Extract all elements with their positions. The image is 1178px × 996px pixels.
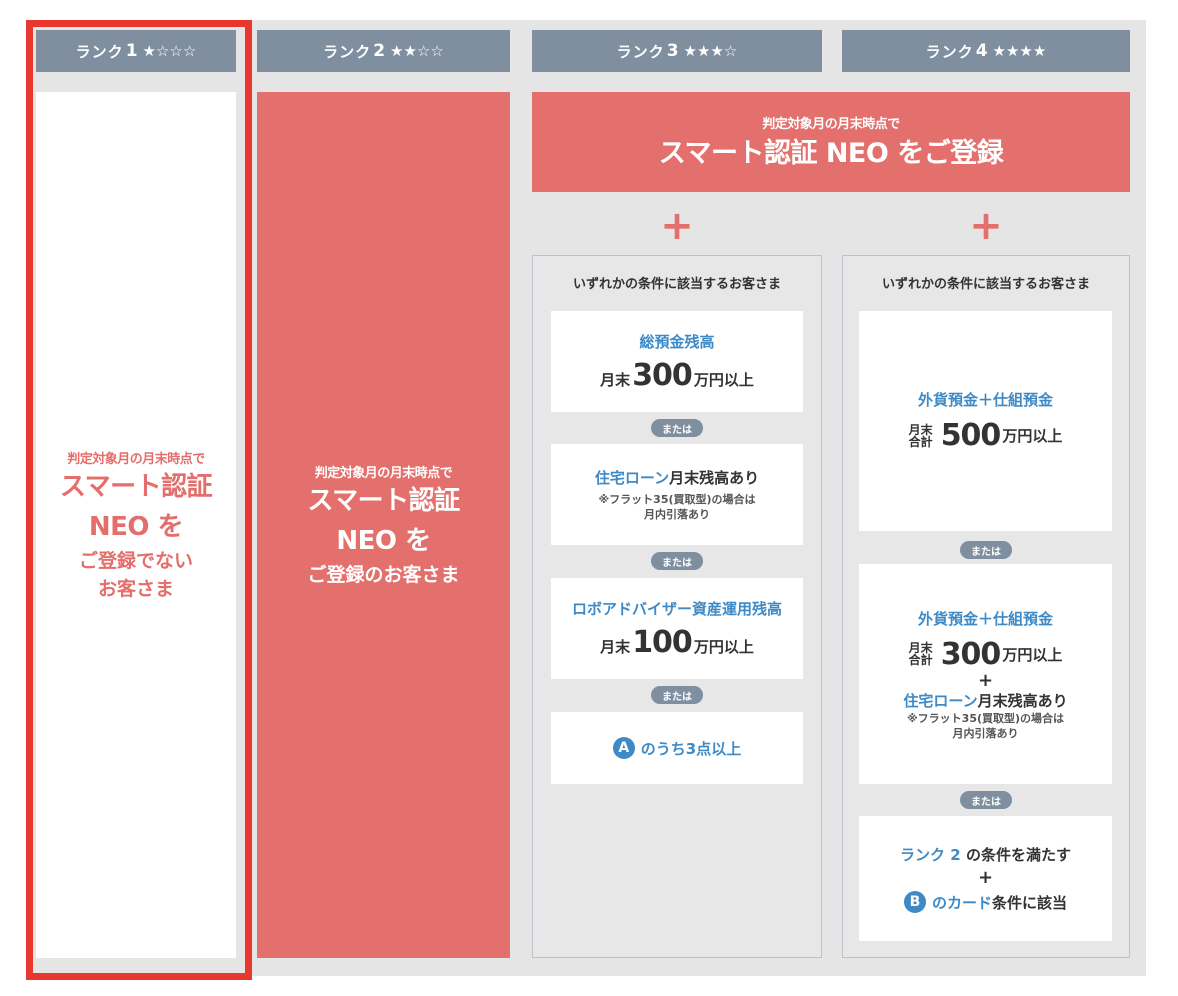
plus-icon: + [977,867,994,888]
card-note: 月内引落あり [644,508,710,521]
rank-3-card-points: A のうち3点以上 [551,712,803,784]
or-badge: または [960,541,1012,559]
header-rank-number: 3 [666,41,680,61]
rank-4-card-foreign-500: 外貨預金＋仕組預金 月末 合計 500 万円以上 [859,311,1112,531]
card-label: ランク 2 の条件を満たす [900,844,1071,865]
mortgage-label[interactable]: 住宅ローン [595,469,669,487]
rank-3-conditions: いずれかの条件に該当するお客さま 総預金残高 月末 300 万円以上 または 住宅ロ… [532,255,822,958]
plus-icon: + [969,203,1003,249]
amount-prefix: 月末 [600,637,631,656]
rank-1-highlight-frame [26,20,252,980]
amount-number: 100 [632,624,693,660]
card-label: 総預金残高 [639,332,715,351]
header-rank-stars: ★★★★ [992,42,1047,60]
condition-text: の条件を満たす [965,846,1071,864]
card-note: ※フラット35(買取型)の場合は [906,711,1065,725]
header-rank-label: ランク [616,42,665,61]
banner-title: スマート認証 NEO をご登録 [658,137,1004,169]
or-badge: または [651,686,703,704]
card-label: 外貨預金＋仕組預金 [917,609,1053,628]
points-text: のうち3点以上 [640,739,742,758]
header-rank-3: ランク 3 ★★★☆ [532,30,822,72]
card-amount: 月末 100 万円以上 [600,625,754,660]
amount-unit: 万円以上 [1002,645,1063,664]
card-label: A のうち3点以上 [612,737,742,759]
plus-icon: + [660,203,694,249]
header-rank-number: 2 [373,41,387,61]
or-badge: または [960,791,1012,809]
badge-a-icon[interactable]: A [612,737,635,759]
rank-2-customer-text: ご登録のお客さま [307,563,460,586]
card-amount: 月末 300 万円以上 [600,358,754,393]
amount-number: 500 [940,418,1002,453]
card-amount: 月末 合計 300 万円以上 [909,637,1063,672]
rank-2-timing-text: 判定対象月の月末時点で [314,465,453,481]
plus-icon: + [977,669,994,691]
card-label: 外貨預金＋仕組預金 [917,391,1053,409]
amount-number: 300 [632,357,693,393]
card-label: 住宅ローン月末残高あり [903,690,1067,711]
amount-unit: 万円以上 [693,637,754,656]
card-label: 住宅ローン月末残高あり [595,467,759,488]
rank-4-conditions: いずれかの条件に該当するお客さま 外貨預金＋仕組預金 月末 合計 500 万円以上 … [842,255,1130,958]
balance-label: 月末残高あり [977,691,1068,710]
amount-unit: 万円以上 [1002,427,1063,445]
header-rank-number: 4 [975,41,989,61]
mortgage-label[interactable]: 住宅ローン [903,692,977,710]
banner-timing-text: 判定対象月の月末時点で [762,116,900,132]
card-condition: B のカード 条件に該当 [903,891,1068,913]
amount-unit: 万円以上 [693,370,754,389]
rank-4-card-rank2-card: ランク 2 の条件を満たす + B のカード 条件に該当 [859,816,1112,941]
amount-prefix: 月末 合計 [908,422,933,449]
header-rank-2: ランク 2 ★★☆☆ [257,30,510,72]
amount-number: 300 [940,636,1002,672]
card-label[interactable]: ロボアドバイザー資産運用残高 [572,598,782,619]
balance-label: 月末残高あり [669,469,760,487]
rank-2-link[interactable]: ランク 2 [900,846,961,864]
card-note: 月内引落あり [952,726,1019,740]
or-badge: または [651,419,703,437]
registration-banner: 判定対象月の月末時点で スマート認証 NEO をご登録 [532,92,1130,192]
badge-b-icon[interactable]: B [903,891,926,913]
condition-text: 条件に該当 [992,893,1068,912]
rank-2-service-name: スマート認証 [307,485,460,516]
header-rank-stars: ★★☆☆ [390,42,444,60]
rank-3-card-roboadvisor: ロボアドバイザー資産運用残高 月末 100 万円以上 [551,578,803,679]
rank-3-card-mortgage: 住宅ローン月末残高あり ※フラット35(買取型)の場合は 月内引落あり [551,444,803,545]
amount-prefix: 月末 合計 [908,641,933,667]
rank-4-conditions-title: いずれかの条件に該当するお客さま [881,277,1090,292]
header-rank-label: ランク [925,42,974,61]
amount-prefix: 月末 [600,370,631,389]
header-rank-stars: ★★★☆ [683,42,738,60]
rank-3-conditions-title: いずれかの条件に該当するお客さま [572,277,781,292]
card-link[interactable]: のカード [932,892,992,913]
header-rank-label: ランク [323,42,372,61]
card-note: ※フラット35(買取型)の場合は [598,493,756,506]
rank-2-service-suffix: NEO を [336,525,431,556]
card-amount: 月末 合計 500 万円以上 [909,418,1063,453]
rank-2-column: 判定対象月の月末時点で スマート認証 NEO を ご登録のお客さま [257,92,510,958]
header-rank-4: ランク 4 ★★★★ [842,30,1130,72]
rank-4-card-foreign-300-mortgage: 外貨預金＋仕組預金 月末 合計 300 万円以上 + 住宅ローン月末残高あり ※フラ… [859,564,1112,784]
rank-3-card-deposit: 総預金残高 月末 300 万円以上 [551,311,803,412]
or-badge: または [651,552,703,570]
